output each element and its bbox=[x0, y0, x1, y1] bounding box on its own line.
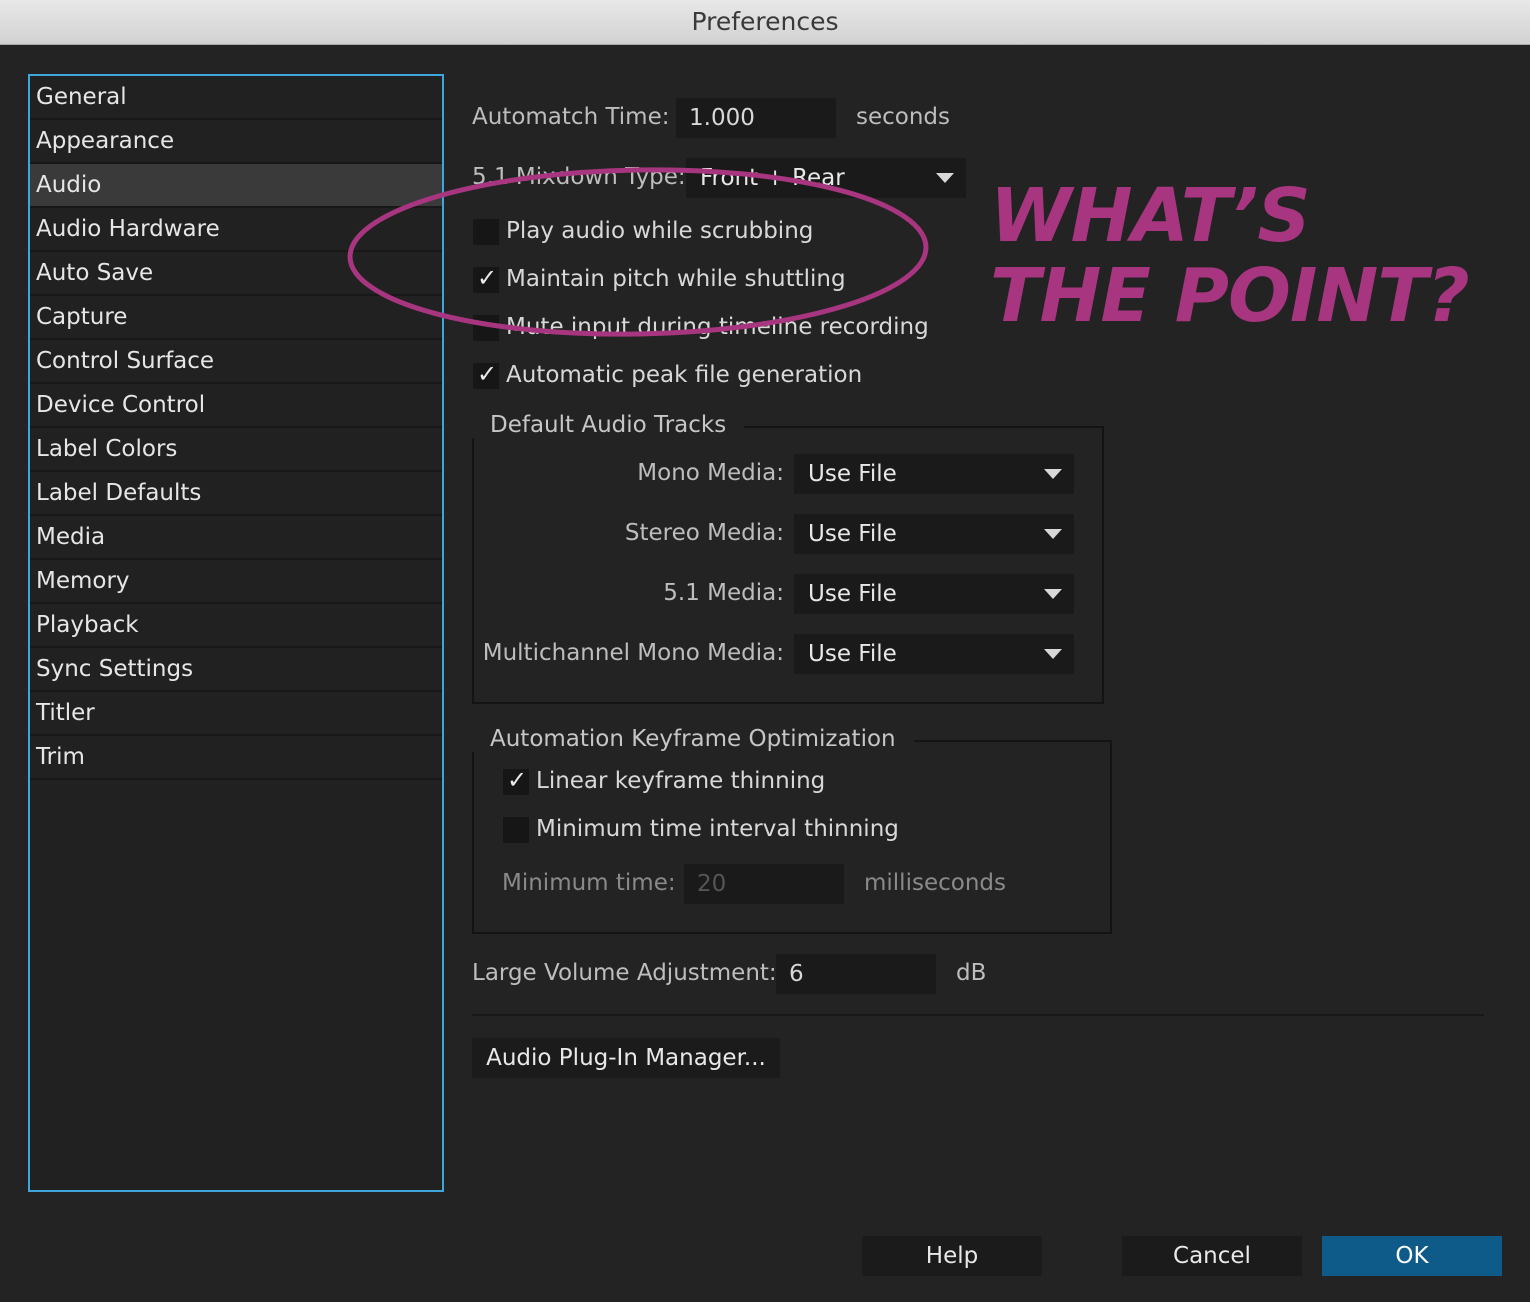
minimum-time-input: 20 bbox=[684, 864, 844, 904]
sidebar-item-general[interactable]: General bbox=[30, 76, 442, 120]
chevron-down-icon bbox=[1044, 529, 1062, 539]
minimum-time-unit: milliseconds bbox=[864, 870, 1006, 896]
large-volume-label: Large Volume Adjustment: bbox=[472, 960, 777, 986]
multichannel-mono-media-label: Multichannel Mono Media: bbox=[482, 640, 784, 666]
audio-plugin-manager-button[interactable]: Audio Plug-In Manager... bbox=[472, 1038, 780, 1078]
chevron-down-icon bbox=[1044, 469, 1062, 479]
checkmark-icon: ✓ bbox=[507, 766, 528, 794]
minimum-time-label: Minimum time: bbox=[502, 870, 676, 896]
cancel-button[interactable]: Cancel bbox=[1122, 1236, 1302, 1276]
large-volume-input[interactable]: 6 bbox=[776, 954, 936, 994]
five-one-media-dropdown[interactable]: Use File bbox=[794, 574, 1074, 614]
sidebar-item-titler[interactable]: Titler bbox=[30, 692, 442, 736]
default-audio-tracks-legend: Default Audio Tracks bbox=[472, 412, 745, 438]
sidebar-item-memory[interactable]: Memory bbox=[30, 560, 442, 604]
help-button[interactable]: Help bbox=[862, 1236, 1042, 1276]
stereo-media-label: Stereo Media: bbox=[624, 520, 784, 546]
automatch-time-label: Automatch Time: bbox=[472, 104, 670, 130]
sidebar-item-label-colors[interactable]: Label Colors bbox=[30, 428, 442, 472]
annotation-line-2: THE POINT? bbox=[990, 253, 1470, 339]
sidebar-item-appearance[interactable]: Appearance bbox=[30, 120, 442, 164]
five-one-media-value: Use File bbox=[808, 581, 897, 607]
stereo-media-dropdown[interactable]: Use File bbox=[794, 514, 1074, 554]
linear-keyframe-thinning-checkbox[interactable]: ✓ bbox=[503, 766, 529, 795]
chevron-down-icon bbox=[1044, 589, 1062, 599]
keyframe-optimization-legend: Automation Keyframe Optimization bbox=[472, 726, 914, 752]
sidebar-item-sync-settings[interactable]: Sync Settings bbox=[30, 648, 442, 692]
multichannel-mono-media-dropdown[interactable]: Use File bbox=[794, 634, 1074, 674]
ok-button[interactable]: OK bbox=[1322, 1236, 1502, 1276]
five-one-media-label: 5.1 Media: bbox=[663, 580, 784, 606]
mono-media-dropdown[interactable]: Use File bbox=[794, 454, 1074, 494]
stereo-media-value: Use File bbox=[808, 521, 897, 547]
sidebar-item-label-defaults[interactable]: Label Defaults bbox=[30, 472, 442, 516]
sidebar-item-media[interactable]: Media bbox=[30, 516, 442, 560]
automatch-time-unit: seconds bbox=[856, 104, 951, 130]
section-divider bbox=[472, 1014, 1484, 1016]
minimum-interval-thinning-label: Minimum time interval thinning bbox=[536, 816, 899, 842]
window-title: Preferences bbox=[691, 7, 839, 36]
linear-keyframe-thinning-label: Linear keyframe thinning bbox=[536, 768, 826, 794]
sidebar-item-trim[interactable]: Trim bbox=[30, 736, 442, 780]
mono-media-value: Use File bbox=[808, 461, 897, 487]
annotation-text: WHAT’S THE POINT? bbox=[990, 173, 1470, 339]
large-volume-unit: dB bbox=[956, 960, 987, 986]
minimum-interval-thinning-checkbox[interactable] bbox=[503, 817, 529, 843]
checkmark-icon: ✓ bbox=[477, 360, 498, 388]
automatch-time-input[interactable]: 1.000 bbox=[676, 98, 836, 138]
multichannel-mono-media-value: Use File bbox=[808, 641, 897, 667]
highlight-ellipse-annotation bbox=[347, 167, 929, 337]
window-titlebar: Preferences bbox=[0, 0, 1530, 45]
sidebar-item-device-control[interactable]: Device Control bbox=[30, 384, 442, 428]
auto-peak-checkbox[interactable]: ✓ bbox=[473, 360, 499, 389]
auto-peak-label: Automatic peak file generation bbox=[506, 362, 863, 388]
chevron-down-icon bbox=[1044, 649, 1062, 659]
mono-media-label: Mono Media: bbox=[637, 460, 784, 486]
sidebar-item-playback[interactable]: Playback bbox=[30, 604, 442, 648]
annotation-line-1: WHAT’S bbox=[990, 173, 1311, 259]
